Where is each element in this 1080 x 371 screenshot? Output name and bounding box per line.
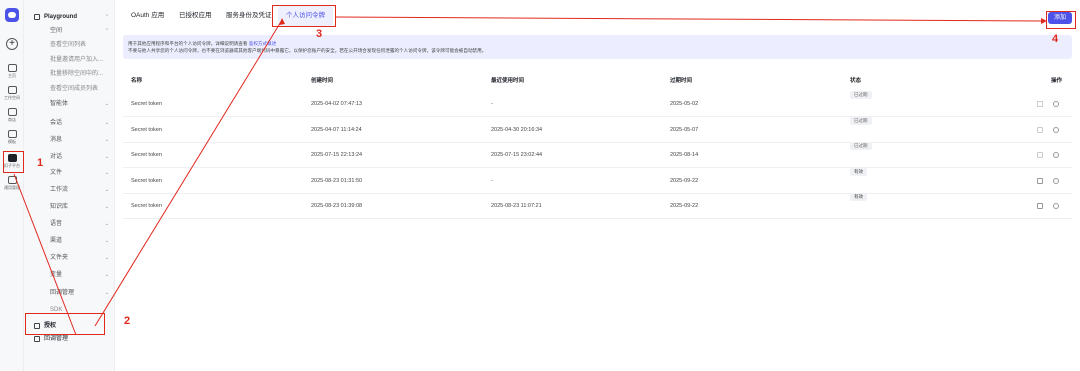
- annotation-label-3: 3: [316, 28, 323, 40]
- annotation-arrows: [13, 16, 1047, 336]
- annotation-box-3: [272, 5, 336, 27]
- annotation-label-4: 4: [1052, 33, 1059, 45]
- annotation-box-2: [25, 313, 105, 335]
- annotation-box-1: [3, 151, 24, 173]
- annotation-label-1: 1: [37, 157, 44, 169]
- annotation-label-2: 2: [124, 315, 131, 327]
- annotation-box-4: [1046, 11, 1076, 29]
